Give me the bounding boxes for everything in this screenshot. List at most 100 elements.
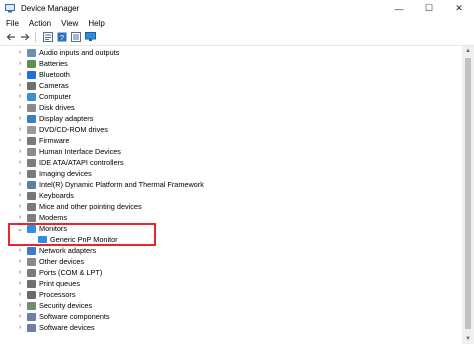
- tree-category[interactable]: › Keyboards: [0, 190, 462, 201]
- tree-category[interactable]: › DVD/CD-ROM drives: [0, 124, 462, 135]
- bluetooth-icon: [27, 70, 36, 79]
- menu-help[interactable]: Help: [88, 19, 104, 28]
- tree-category[interactable]: › IDE ATA/ATAPI controllers: [0, 157, 462, 168]
- expand-chevron-icon[interactable]: ›: [17, 269, 23, 276]
- properties-icon[interactable]: [42, 31, 54, 43]
- speaker-icon: [27, 48, 36, 57]
- expand-chevron-icon[interactable]: ›: [17, 280, 23, 287]
- tree-item-label: Print queues: [39, 279, 80, 288]
- tree-category[interactable]: › Security devices: [0, 300, 462, 311]
- expand-chevron-icon[interactable]: ›: [17, 291, 23, 298]
- tree-item-label: Keyboards: [39, 191, 74, 200]
- expand-chevron-icon[interactable]: ›: [17, 324, 23, 331]
- expand-chevron-icon[interactable]: ›: [17, 313, 23, 320]
- window-controls: — ☐ ✕: [384, 0, 474, 17]
- tree-item-label: Batteries: [39, 59, 68, 68]
- expand-chevron-icon[interactable]: ›: [17, 115, 23, 122]
- tree-category[interactable]: › Intel(R) Dynamic Platform and Thermal F…: [0, 179, 462, 190]
- menu-view[interactable]: View: [61, 19, 78, 28]
- tree-category[interactable]: › Display adapters: [0, 113, 462, 124]
- highlight-box: [8, 223, 156, 246]
- expand-chevron-icon[interactable]: ›: [17, 93, 23, 100]
- tree-item-label: Human Interface Devices: [39, 147, 121, 156]
- title-bar: Device Manager — ☐ ✕: [0, 0, 474, 17]
- tree-category[interactable]: › Network adapters: [0, 245, 462, 256]
- expand-chevron-icon[interactable]: ›: [17, 214, 23, 221]
- maximize-button[interactable]: ☐: [414, 0, 444, 17]
- forward-icon[interactable]: [19, 31, 31, 43]
- menu-action[interactable]: Action: [29, 19, 51, 28]
- expand-chevron-icon[interactable]: ›: [17, 71, 23, 78]
- keyboard-icon: [27, 191, 36, 200]
- monitor-icon[interactable]: [84, 31, 96, 43]
- expand-chevron-icon[interactable]: ›: [17, 60, 23, 67]
- expand-chevron-icon[interactable]: ›: [17, 104, 23, 111]
- tree-category[interactable]: › Disk drives: [0, 102, 462, 113]
- expand-chevron-icon[interactable]: ›: [17, 181, 23, 188]
- tree-category[interactable]: › Other devices: [0, 256, 462, 267]
- expand-chevron-icon[interactable]: ›: [17, 192, 23, 199]
- vertical-scrollbar[interactable]: ▲ ▼: [462, 46, 474, 344]
- tree-item-label: Mice and other pointing devices: [39, 202, 142, 211]
- expand-chevron-icon[interactable]: ›: [17, 258, 23, 265]
- scroll-thumb[interactable]: [465, 58, 471, 329]
- minimize-button[interactable]: —: [384, 0, 414, 17]
- menu-file[interactable]: File: [6, 19, 19, 28]
- tree-category[interactable]: › Software components: [0, 311, 462, 322]
- expand-chevron-icon[interactable]: ›: [17, 126, 23, 133]
- tree-category[interactable]: › Audio inputs and outputs: [0, 47, 462, 58]
- tree-item-label: IDE ATA/ATAPI controllers: [39, 158, 124, 167]
- tree-item-label: Firmware: [39, 136, 70, 145]
- window-title: Device Manager: [21, 4, 80, 13]
- help-icon[interactable]: ?: [56, 31, 68, 43]
- tree-category[interactable]: › Ports (COM & LPT): [0, 267, 462, 278]
- tree-item-label: Other devices: [39, 257, 85, 266]
- expand-chevron-icon[interactable]: ›: [17, 49, 23, 56]
- show-hidden-icon[interactable]: [70, 31, 82, 43]
- tree-category[interactable]: › Cameras: [0, 80, 462, 91]
- tree-item-label: Intel(R) Dynamic Platform and Thermal Fr…: [39, 180, 204, 189]
- toolbar: ?: [0, 29, 474, 46]
- hid-icon: [27, 147, 36, 156]
- tree-category[interactable]: › Computer: [0, 91, 462, 102]
- scroll-up-button[interactable]: ▲: [462, 46, 474, 56]
- tree-category[interactable]: › Imaging devices: [0, 168, 462, 179]
- tree-category[interactable]: › Modems: [0, 212, 462, 223]
- camera-icon: [27, 81, 36, 90]
- tree-category[interactable]: › Human Interface Devices: [0, 146, 462, 157]
- tree-category[interactable]: › Mice and other pointing devices: [0, 201, 462, 212]
- processor-icon: [27, 290, 36, 299]
- display-adapter-icon: [27, 114, 36, 123]
- tree-category[interactable]: › Firmware: [0, 135, 462, 146]
- component-icon: [27, 312, 36, 321]
- expand-chevron-icon[interactable]: ›: [17, 82, 23, 89]
- tree-category[interactable]: › Software devices: [0, 322, 462, 333]
- tree-item-label: Software devices: [39, 323, 95, 332]
- tree-item-label: Ports (COM & LPT): [39, 268, 103, 277]
- expand-chevron-icon[interactable]: ›: [17, 170, 23, 177]
- unknown-device-icon: [27, 257, 36, 266]
- tree-category[interactable]: › Batteries: [0, 58, 462, 69]
- scroll-down-button[interactable]: ▼: [462, 334, 474, 344]
- close-button[interactable]: ✕: [444, 0, 474, 17]
- expand-chevron-icon[interactable]: ›: [17, 302, 23, 309]
- tree-category[interactable]: › Bluetooth: [0, 69, 462, 80]
- mouse-icon: [27, 202, 36, 211]
- back-icon[interactable]: [5, 31, 17, 43]
- imaging-icon: [27, 169, 36, 178]
- tree-category[interactable]: › Processors: [0, 289, 462, 300]
- tree-item-label: Audio inputs and outputs: [39, 48, 120, 57]
- expand-chevron-icon[interactable]: ›: [17, 148, 23, 155]
- expand-chevron-icon[interactable]: ›: [17, 137, 23, 144]
- network-icon: [27, 246, 36, 255]
- tree-item-label: Processors: [39, 290, 76, 299]
- expand-chevron-icon[interactable]: ›: [17, 203, 23, 210]
- expand-chevron-icon[interactable]: ›: [17, 247, 23, 254]
- tree-item-label: Modems: [39, 213, 67, 222]
- device-manager-icon: [5, 4, 15, 13]
- tree-category[interactable]: › Print queues: [0, 278, 462, 289]
- expand-chevron-icon[interactable]: ›: [17, 159, 23, 166]
- ide-icon: [27, 158, 36, 167]
- dvd-icon: [27, 125, 36, 134]
- software-device-icon: [27, 323, 36, 332]
